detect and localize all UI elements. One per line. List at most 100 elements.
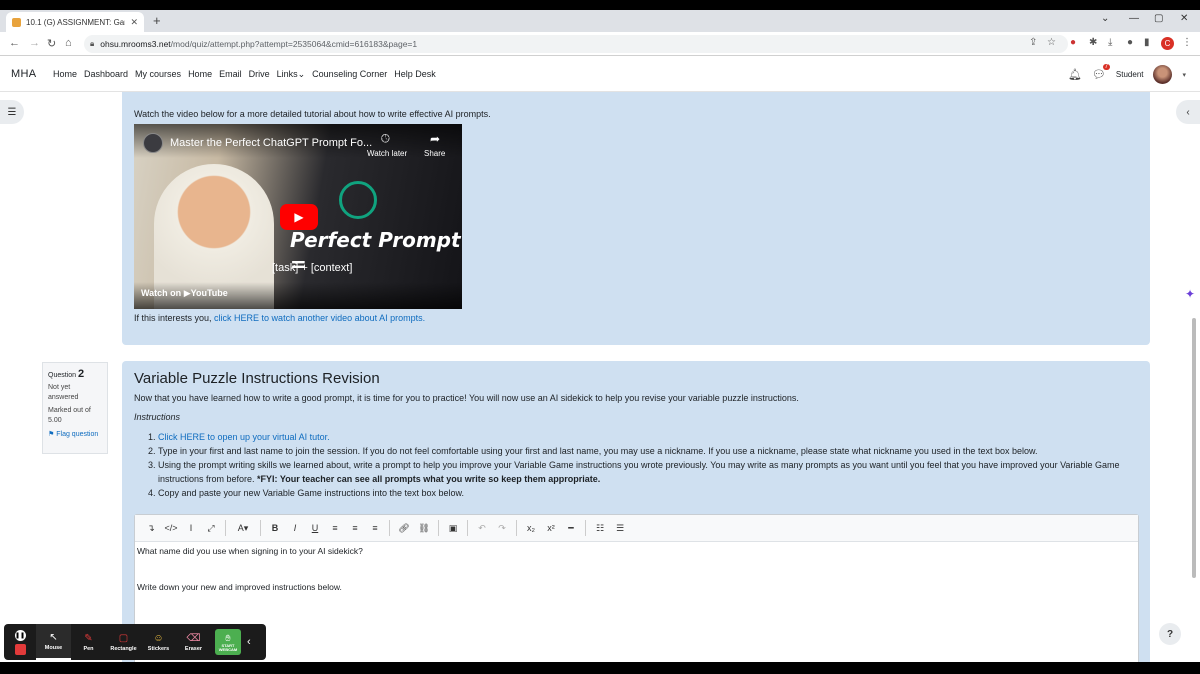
page-content: ☰ ‹ ✦ Watch the video below for a more d… <box>0 92 1200 662</box>
numbered-list-icon[interactable]: ☰ <box>610 523 630 534</box>
forward-icon[interactable]: → <box>29 37 40 49</box>
profile-avatar[interactable]: C <box>1161 37 1174 50</box>
block-drawer-toggle[interactable]: ‹ <box>1176 100 1200 124</box>
stop-recording-button[interactable] <box>14 643 26 655</box>
mouse-tool[interactable]: ↖ Mouse <box>36 624 71 660</box>
editor-line: What name did you use when signing in to… <box>137 546 363 556</box>
back-icon[interactable]: ← <box>9 37 20 49</box>
chrome-menu-icon[interactable]: ⋮ <box>1182 37 1192 48</box>
share-label[interactable]: Share <box>424 149 445 158</box>
flag-icon: ⚑ <box>48 431 55 438</box>
question-number: Question 2 <box>48 368 85 380</box>
font-color-icon[interactable]: A▾ <box>230 523 256 534</box>
youtube-play-button[interactable]: ▶ <box>280 204 318 230</box>
link-icon[interactable]: 🔗︎ <box>394 523 414 534</box>
underline-icon[interactable]: U <box>305 523 325 533</box>
bullet-list-icon[interactable]: ☷ <box>590 523 610 534</box>
flag-question-button[interactable]: ⚑ Flag question <box>48 430 102 438</box>
maximize-icon[interactable]: ▢ <box>1154 13 1163 24</box>
toolbar-divider <box>225 520 226 536</box>
recording-controls: ❚❚ <box>4 624 36 660</box>
course-index-toggle[interactable]: ☰ <box>0 100 24 124</box>
bookmark-star-icon[interactable]: ☆ <box>1047 37 1056 48</box>
toolbar-divider <box>467 520 468 536</box>
nav-link-counseling-corner[interactable]: Counseling Corner <box>312 69 387 80</box>
image-icon[interactable]: ▣ <box>443 523 463 534</box>
site-brand[interactable]: MHA <box>11 68 36 80</box>
watch-later-label[interactable]: Watch later <box>367 149 407 158</box>
reload-icon[interactable]: ↻ <box>47 37 56 50</box>
nav-link-links[interactable]: Links⌄ <box>277 69 306 80</box>
stickers-tool[interactable]: ☺ Stickers <box>141 624 176 660</box>
share-icon[interactable]: ⇪ <box>1029 37 1037 48</box>
user-menu-chevron-icon[interactable]: ▾ <box>1182 71 1186 79</box>
list-item: 1. Click HERE to open up your virtual AI … <box>148 430 330 444</box>
collapse-toolbar-icon[interactable]: ‹ <box>247 636 251 648</box>
nav-link-help-desk[interactable]: Help Desk <box>394 69 436 80</box>
bold-icon[interactable]: B <box>265 523 285 533</box>
ai-sparkle-icon[interactable]: ✦ <box>1185 287 1195 301</box>
toolbar-toggle-icon[interactable]: ↴ <box>141 523 161 534</box>
nav-link-email[interactable]: Email <box>219 69 242 80</box>
minimize-icon[interactable]: — <box>1129 13 1139 24</box>
pen-tool[interactable]: ✎ Pen <box>71 624 106 660</box>
help-button[interactable]: ? <box>1159 623 1181 645</box>
subscript-icon[interactable]: x₂ <box>521 523 541 533</box>
instruction-steps: 1. Click HERE to open up your virtual AI … <box>148 430 1138 500</box>
superscript-icon[interactable]: x² <box>541 523 561 533</box>
editor-line: Write down your new and improved instruc… <box>137 582 342 592</box>
browser-tab[interactable]: 10.1 (G) ASSIGNMENT: Game In ✕ <box>6 12 144 32</box>
puzzle-extensions-icon[interactable]: ✱ <box>1089 37 1097 48</box>
align-right-icon[interactable]: ≡ <box>365 523 385 533</box>
nav-links: Home Dashboard My courses Home Email Dri… <box>53 69 436 80</box>
eraser-tool[interactable]: ⌫ Eraser <box>176 624 211 660</box>
fullscreen-icon[interactable]: ⤢ <box>201 523 221 534</box>
close-window-icon[interactable]: ✕ <box>1180 13 1188 24</box>
editor-content[interactable]: What name did you use when signing in to… <box>135 542 1138 622</box>
watch-on-youtube-button[interactable]: Watch on ▶YouTube <box>141 288 228 299</box>
start-webcam-button[interactable]: ✋︎ START WEBCAM <box>215 629 241 655</box>
notification-bell-icon[interactable]: 🔔︎ <box>1068 68 1082 81</box>
html-source-icon[interactable]: </> <box>161 523 181 533</box>
question-intro: Now that you have learned how to write a… <box>134 393 799 403</box>
home-icon[interactable]: ⌂ <box>65 37 72 49</box>
close-tab-icon[interactable]: ✕ <box>130 17 138 28</box>
eraser-icon: ⌫ <box>186 632 201 644</box>
ai-prompts-video-link[interactable]: click HERE to watch another video about … <box>214 313 425 323</box>
rectangle-tool[interactable]: ▢ Rectangle <box>106 624 141 660</box>
clock-icon[interactable]: 🕓︎ <box>381 133 390 146</box>
thumbnail-formula: [task] + [context] <box>272 262 353 274</box>
clear-formatting-icon[interactable]: I <box>181 523 201 533</box>
user-avatar[interactable] <box>1153 65 1173 84</box>
page-scrollbar[interactable] <box>1192 318 1196 578</box>
side-panel-icon[interactable]: ▮ <box>1144 37 1150 48</box>
more-extension-icon[interactable]: ● <box>1127 37 1133 48</box>
ai-tutor-link[interactable]: Click HERE to open up your virtual AI tu… <box>158 430 330 444</box>
align-left-icon[interactable]: ≡ <box>325 523 345 533</box>
tab-title: 10.1 (G) ASSIGNMENT: Game In <box>26 17 125 27</box>
youtube-video-embed[interactable]: Master the Perfect ChatGPT Prompt Fo... … <box>134 124 462 309</box>
undo-icon[interactable]: ↶ <box>472 523 492 534</box>
share-arrow-icon[interactable]: ➦ <box>430 132 440 146</box>
pause-recording-button[interactable]: ❚❚ <box>14 629 26 641</box>
redo-icon[interactable]: ↷ <box>492 523 512 534</box>
nav-link-home-2[interactable]: Home <box>188 69 212 80</box>
url-field[interactable]: 🔒︎ ohsu.mrooms3.net/mod/quiz/attempt.php… <box>84 35 1068 53</box>
nav-link-drive[interactable]: Drive <box>249 69 270 80</box>
italic-icon[interactable]: I <box>285 523 305 533</box>
nav-link-dashboard[interactable]: Dashboard <box>84 69 128 80</box>
channel-avatar[interactable] <box>143 133 163 153</box>
horizontal-rule-icon[interactable]: ━ <box>561 523 581 534</box>
unlink-icon[interactable]: ⛓ <box>414 523 434 534</box>
download-icon[interactable]: ⤓ <box>1108 37 1112 48</box>
align-center-icon[interactable]: ≡ <box>345 523 365 533</box>
tab-search-icon[interactable]: ⌄ <box>1101 13 1109 24</box>
video-title[interactable]: Master the Perfect ChatGPT Prompt Fo... <box>170 137 372 149</box>
extension-icon[interactable]: ● <box>1070 37 1076 48</box>
nav-link-my-courses[interactable]: My courses <box>135 69 181 80</box>
question-title: Variable Puzzle Instructions Revision <box>134 370 380 387</box>
nav-link-home[interactable]: Home <box>53 69 77 80</box>
video-intro-text: Watch the video below for a more detaile… <box>134 109 491 119</box>
messages-icon[interactable]: 💬︎ 7 <box>1092 64 1110 81</box>
new-tab-button[interactable]: + <box>153 13 161 28</box>
